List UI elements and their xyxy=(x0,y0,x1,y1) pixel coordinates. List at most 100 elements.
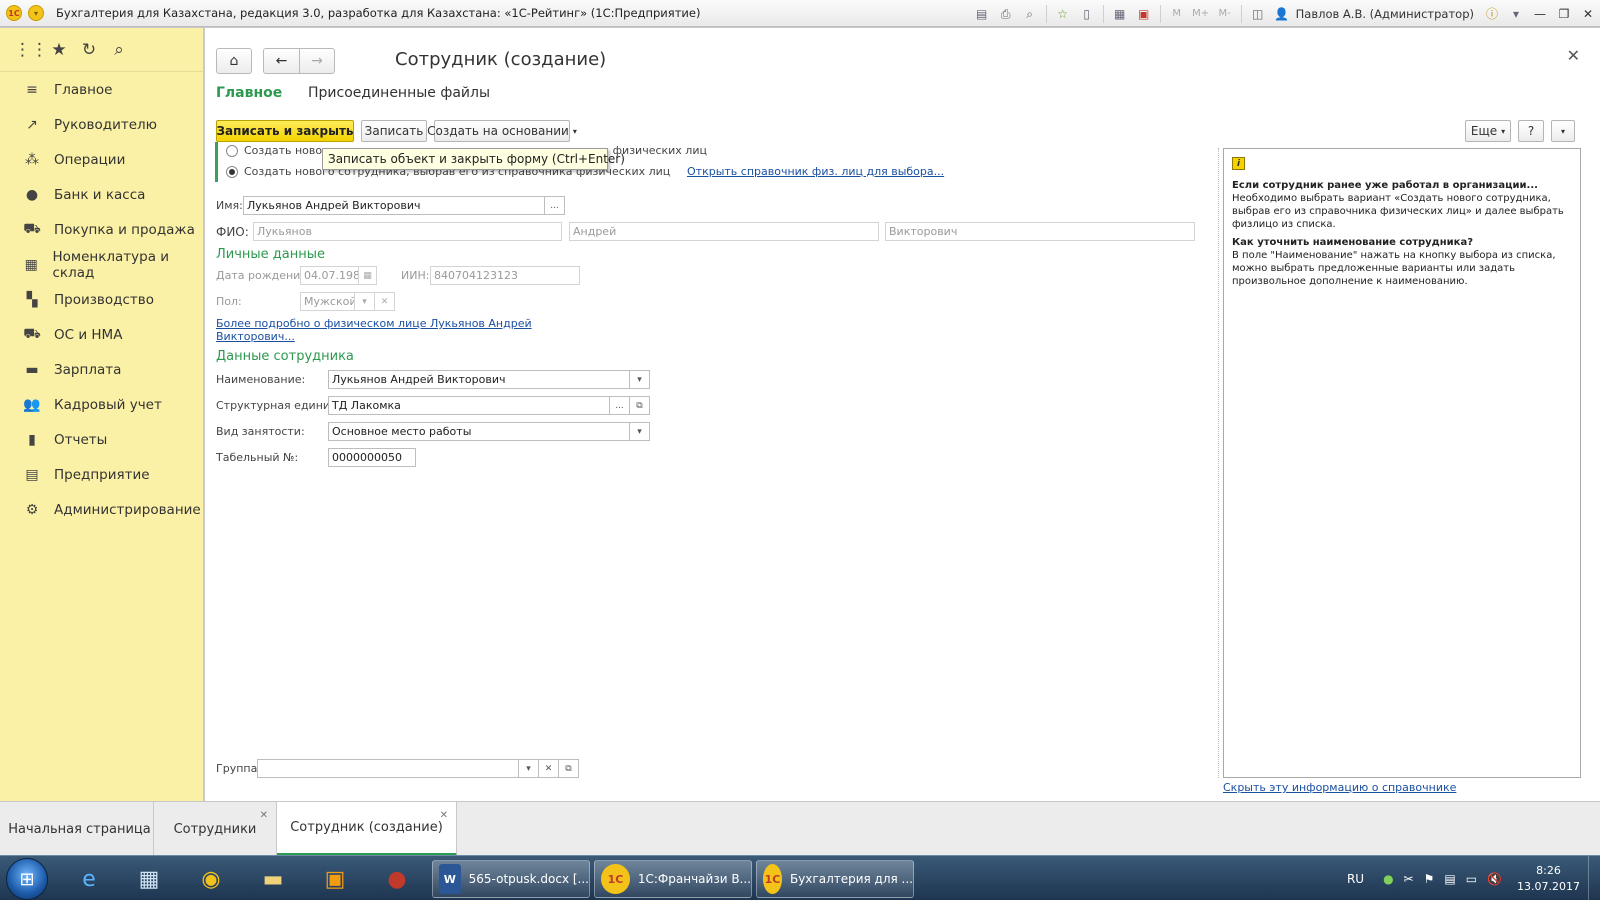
power-icon[interactable]: ▭ xyxy=(1466,872,1477,886)
open-icon[interactable]: ⧉ xyxy=(558,760,578,777)
form-menu-button[interactable]: ▾ xyxy=(1551,120,1575,142)
panels-icon[interactable]: ◫ xyxy=(1249,6,1267,22)
hide-info-link[interactable]: Скрыть эту информацию о справочнике xyxy=(1223,781,1456,794)
forward-button[interactable]: → xyxy=(299,48,335,74)
chevron-down-icon[interactable]: ▾ xyxy=(629,371,649,388)
radio-button[interactable] xyxy=(226,144,238,157)
tab-attached-files[interactable]: Присоединенные файлы xyxy=(308,85,490,101)
restore-button[interactable]: ❐ xyxy=(1552,7,1576,21)
task-1c-franchise[interactable]: 1С 1С:Франчайзи В... xyxy=(594,860,752,898)
chevron-down-icon[interactable]: ▾ xyxy=(1507,6,1525,22)
sidebar-item-reports[interactable]: ▮ Отчеты xyxy=(0,422,203,457)
volume-muted-icon[interactable]: 🔇 xyxy=(1487,872,1502,886)
close-tab-icon[interactable]: ✕ xyxy=(260,810,268,821)
clear-icon[interactable]: ✕ xyxy=(538,760,558,777)
sex-select[interactable]: Мужской ▾ ✕ xyxy=(300,292,395,311)
memory-plus-button[interactable]: M+ xyxy=(1192,6,1210,22)
app-logo-icon[interactable]: 1С xyxy=(6,5,22,21)
radio-button-selected[interactable] xyxy=(226,165,238,178)
clear-icon[interactable]: ✕ xyxy=(374,293,394,310)
main-menu-chevron-icon[interactable]: ▾ xyxy=(28,5,44,21)
close-tab-icon[interactable]: ✕ xyxy=(440,810,448,821)
sidebar-item-assets[interactable]: ⛟ ОС и НМА xyxy=(0,317,203,352)
chevron-down-icon[interactable]: ▾ xyxy=(518,760,538,777)
sidebar-item-salary[interactable]: ▬ Зарплата xyxy=(0,352,203,387)
outlook-icon[interactable]: ▣ xyxy=(308,860,362,898)
tab-main[interactable]: Главное xyxy=(216,85,282,101)
birth-date-input[interactable]: 04.07.1984 ▦ xyxy=(300,266,377,285)
sidebar-item-nomenclature[interactable]: ▦ Номенклатура и склад xyxy=(0,247,203,282)
search-icon[interactable]: ⌕ xyxy=(104,40,134,60)
choose-button[interactable]: ... xyxy=(544,197,564,214)
clock[interactable]: 8:26 13.07.2017 xyxy=(1517,863,1580,895)
chevron-down-icon[interactable]: ▾ xyxy=(629,423,649,440)
middle-name-input[interactable]: Викторович xyxy=(885,222,1195,241)
calendar-icon[interactable]: ▣ xyxy=(1135,6,1153,22)
onec-app-icon[interactable]: ● xyxy=(370,860,424,898)
sidebar-item-main[interactable]: ≡ Главное xyxy=(0,72,203,107)
sidebar-item-manager[interactable]: ↗ Руководителю xyxy=(0,107,203,142)
calendar-icon[interactable]: ▦ xyxy=(358,267,376,284)
memory-m-button[interactable]: M xyxy=(1168,6,1186,22)
chrome-icon[interactable]: ◉ xyxy=(184,860,238,898)
employment-type-select[interactable]: Основное место работы ▾ xyxy=(328,422,650,441)
chevron-down-icon[interactable]: ▾ xyxy=(354,293,374,310)
user-status-icon[interactable]: ● xyxy=(1383,872,1393,886)
show-desktop-button[interactable] xyxy=(1588,856,1600,900)
sidebar-item-production[interactable]: ▚ Производство xyxy=(0,282,203,317)
iin-input[interactable]: 840704123123 xyxy=(430,266,580,285)
calculator-app-icon[interactable]: ▦ xyxy=(122,860,176,898)
tab-employee-create[interactable]: Сотрудник (создание) ✕ xyxy=(277,802,457,856)
task-word-document[interactable]: W 565-otpusk.docx [... xyxy=(432,860,590,898)
apps-icon[interactable]: ⋮⋮ xyxy=(14,40,48,60)
title-input[interactable]: Лукьянов Андрей Викторович ▾ xyxy=(328,370,650,389)
tab-employees[interactable]: Сотрудники ✕ xyxy=(154,802,277,856)
name-input[interactable]: Лукьянов Андрей Викторович... xyxy=(243,196,565,215)
preview-icon[interactable]: ⌕ xyxy=(1021,6,1039,22)
favorite-icon[interactable]: ☆ xyxy=(1054,6,1072,22)
memory-minus-button[interactable]: M- xyxy=(1216,6,1234,22)
create-based-on-button[interactable]: Создать на основании ▾ xyxy=(427,120,577,142)
help-button[interactable]: ? xyxy=(1518,120,1544,142)
open-icon[interactable]: ⧉ xyxy=(629,397,649,414)
last-name-input[interactable]: Лукьянов xyxy=(253,222,562,241)
structural-unit-input[interactable]: ТД Лакомка... ⧉ xyxy=(328,396,650,415)
language-indicator[interactable]: RU xyxy=(1347,872,1364,886)
save-button[interactable]: Записать xyxy=(361,120,427,142)
page-icon[interactable]: ▯ xyxy=(1078,6,1096,22)
personnel-number-input[interactable]: 0000000050 xyxy=(328,448,416,467)
task-1c-accounting[interactable]: 1С Бухгалтерия для ... xyxy=(756,860,914,898)
history-icon[interactable]: ↻ xyxy=(74,40,104,60)
tools-icon[interactable]: ✂ xyxy=(1404,872,1414,886)
first-name-input[interactable]: Андрей xyxy=(569,222,879,241)
open-individuals-directory-link[interactable]: Открыть справочник физ. лиц для выбора..… xyxy=(687,165,944,178)
sidebar-item-hr[interactable]: 👥 Кадровый учет xyxy=(0,387,203,422)
info-icon[interactable]: ⓘ xyxy=(1483,6,1501,22)
individual-details-link-cont[interactable]: Викторович... xyxy=(216,330,295,343)
save-icon[interactable]: ▤ xyxy=(973,6,991,22)
individual-details-link[interactable]: Более подробно о физическом лице Лукьяно… xyxy=(216,317,532,330)
close-window-button[interactable]: ✕ xyxy=(1576,7,1600,21)
folder-icon[interactable]: ▬ xyxy=(246,860,300,898)
tab-home-page[interactable]: Начальная страница xyxy=(6,802,154,856)
current-user[interactable]: Павлов А.В. (Администратор) xyxy=(1296,7,1474,21)
more-button[interactable]: Еще ▾ xyxy=(1465,120,1511,142)
flag-icon[interactable]: ⚑ xyxy=(1424,872,1435,886)
sidebar-item-enterprise[interactable]: ▤ Предприятие xyxy=(0,457,203,492)
choose-button[interactable]: ... xyxy=(609,397,629,414)
back-button[interactable]: ← xyxy=(263,48,300,74)
close-form-icon[interactable]: ✕ xyxy=(1567,46,1580,65)
calculator-icon[interactable]: ▦ xyxy=(1111,6,1129,22)
start-button[interactable]: ⊞ xyxy=(6,858,48,900)
network-icon[interactable]: ▤ xyxy=(1444,872,1455,886)
sidebar-item-admin[interactable]: ⚙ Администрирование xyxy=(0,492,203,527)
home-button[interactable]: ⌂ xyxy=(216,48,252,74)
print-icon[interactable]: ⎙ xyxy=(997,6,1015,22)
save-and-close-button[interactable]: Записать и закрыть xyxy=(216,120,354,142)
minimize-button[interactable]: — xyxy=(1528,7,1552,21)
ie-icon[interactable]: e xyxy=(62,860,116,898)
star-icon[interactable]: ★ xyxy=(44,40,74,60)
sidebar-item-purchase[interactable]: ⛟ Покупка и продажа xyxy=(0,212,203,247)
sidebar-item-operations[interactable]: ⁂ Операции xyxy=(0,142,203,177)
sidebar-item-bank[interactable]: ● Банк и касса xyxy=(0,177,203,212)
